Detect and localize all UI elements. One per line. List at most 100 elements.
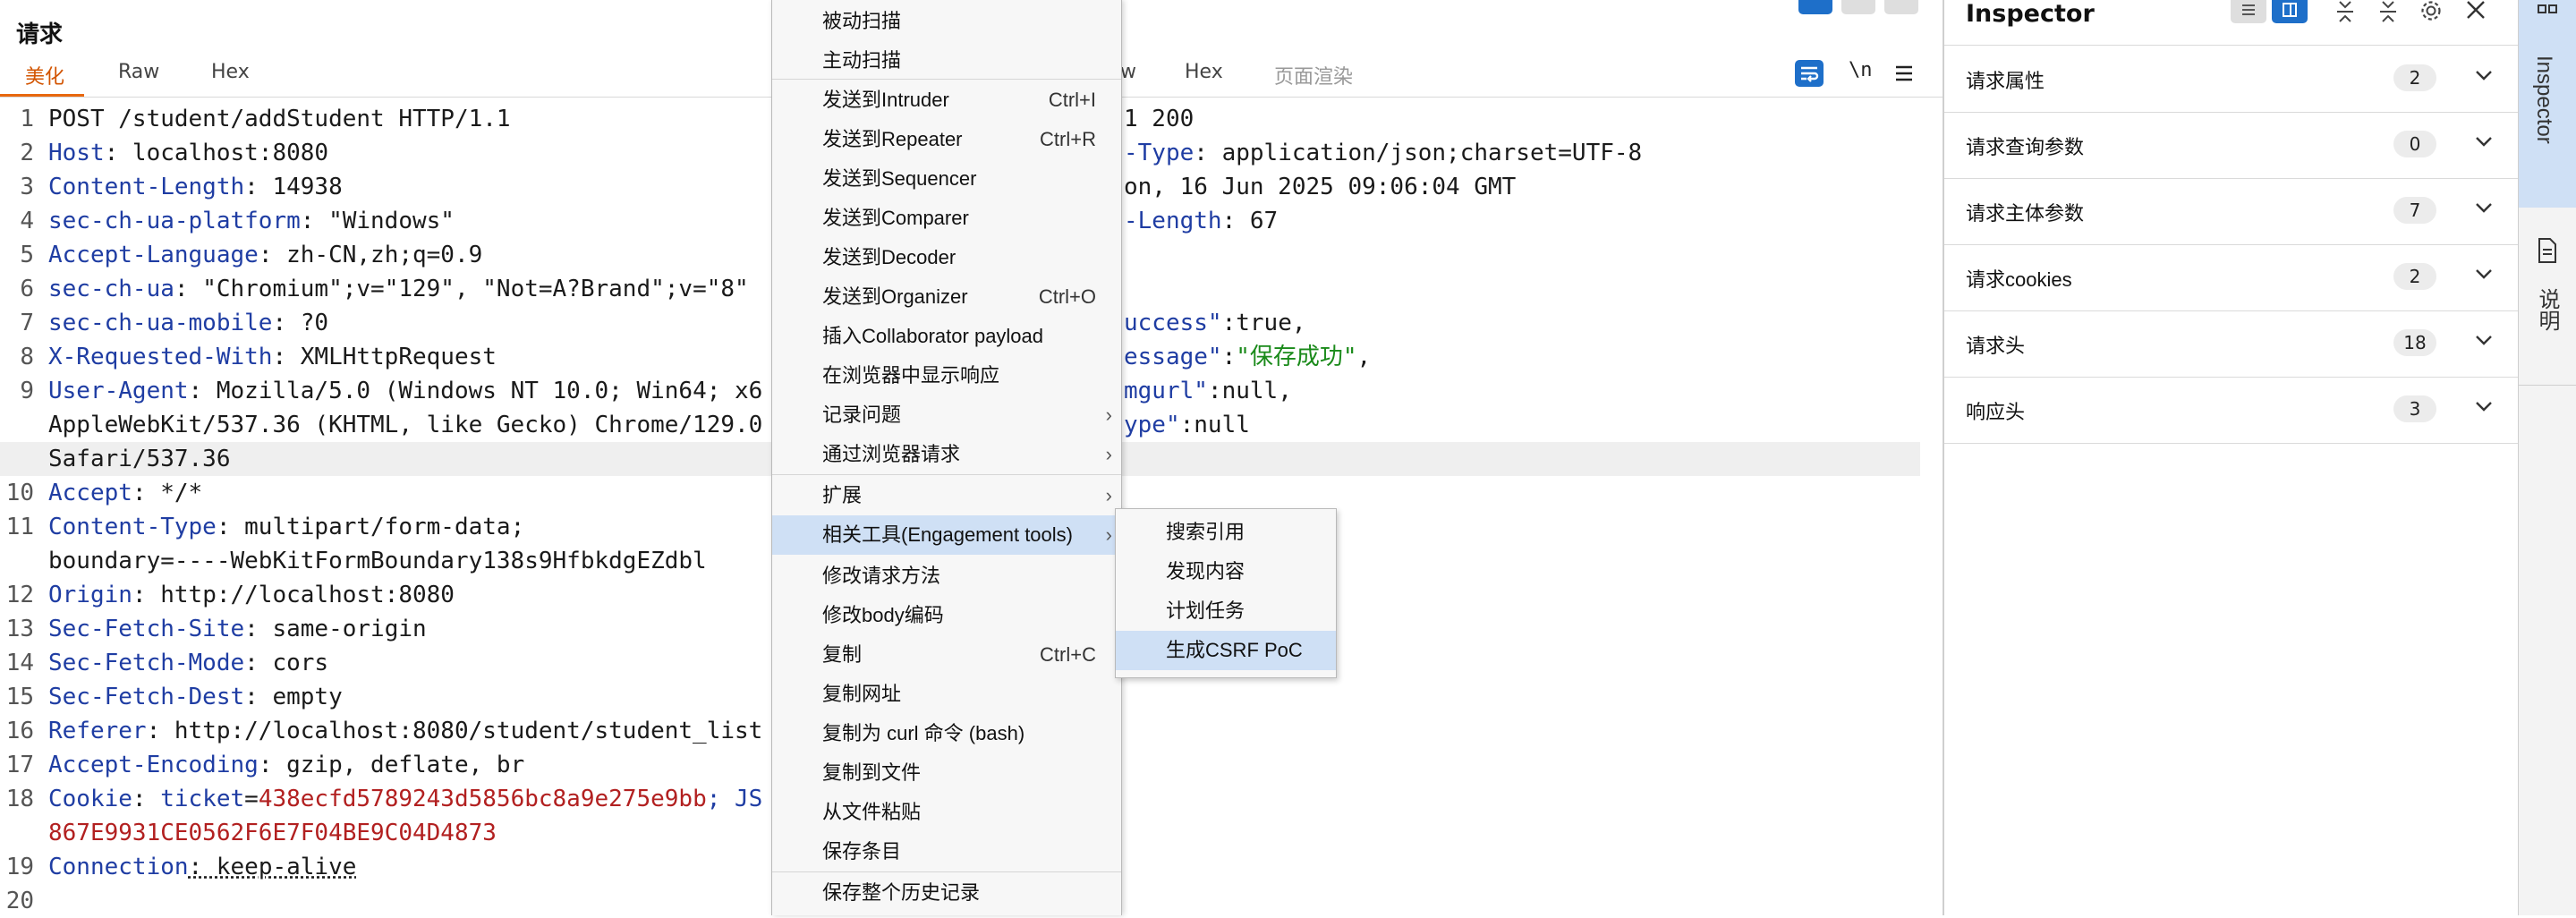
hamburger-menu-icon[interactable]: [1893, 63, 1915, 84]
line-number: 12: [5, 582, 34, 608]
line-number: 15: [5, 684, 34, 710]
menu-item[interactable]: 在浏览器中显示响应: [772, 356, 1121, 395]
tab-hex[interactable]: Hex: [211, 61, 250, 83]
header-value: : "Chromium";v="129", "Not=A?Brand";v="8…: [174, 276, 749, 302]
menu-item[interactable]: 发送到Repeater Ctrl+R: [772, 120, 1121, 159]
menu-item[interactable]: 修改请求方法: [772, 557, 1121, 596]
close-icon[interactable]: [2463, 0, 2488, 23]
header-value: : keep-alive: [188, 854, 357, 880]
header-name: ; JS: [706, 786, 763, 812]
menu-item[interactable]: 相关工具(Engagement tools) ›: [772, 515, 1121, 555]
submenu-item[interactable]: 计划任务: [1116, 591, 1336, 631]
show-newlines-button[interactable]: \n: [1849, 59, 1873, 81]
request-line: 1 POST /student/addStudent HTTP/1.1: [0, 102, 771, 136]
line-number: 18: [5, 786, 34, 812]
header-value: : same-origin: [244, 616, 427, 642]
line-text: Sec-Fetch-Site: same-origin: [48, 612, 427, 646]
inspector-panel: Inspector 请求属性 2 请求查询参数 0 请求主体参数 7 请求cookies 2 请…: [1943, 0, 2519, 915]
menu-item[interactable]: 复制网址: [772, 675, 1121, 714]
layout-split-icon[interactable]: [1798, 0, 1832, 14]
chevron-down-icon: [2472, 262, 2495, 289]
menu-item-label: 被动扫描: [822, 10, 902, 32]
submenu-item[interactable]: 发现内容: [1116, 552, 1336, 591]
tab-raw-partial[interactable]: w: [1120, 61, 1136, 83]
header-value: : localhost:8080: [104, 140, 329, 166]
menu-item[interactable]: 被动扫描: [772, 2, 1121, 41]
line-text: Content-Length: 14938: [48, 170, 343, 204]
menu-item-label: 插入Collaborator payload: [822, 325, 1044, 347]
menu-item[interactable]: 复制 Ctrl+C: [772, 635, 1121, 675]
line-text: Connection: keep-alive: [48, 850, 356, 884]
context-menu: 被动扫描主动扫描 发送到Intruder Ctrl+I 发送到Repeater Ctrl…: [771, 0, 1122, 915]
menu-item[interactable]: 保存条目: [772, 832, 1121, 871]
side-tab-inspector[interactable]: Inspector: [2519, 0, 2576, 208]
document-icon: [2535, 236, 2560, 268]
header-name: Referer: [48, 718, 147, 744]
menu-item[interactable]: 发送到Sequencer: [772, 159, 1121, 199]
menu-item-label: 记录问题: [822, 404, 902, 426]
inspector-section[interactable]: 请求主体参数 7: [1944, 178, 2519, 245]
word-wrap-icon[interactable]: [1795, 60, 1824, 87]
inspector-section[interactable]: 请求属性 2: [1944, 46, 2519, 113]
submenu-item-label: 计划任务: [1166, 599, 1245, 622]
menu-item[interactable]: 扩展 ›: [772, 476, 1121, 515]
menu-item[interactable]: 发送到Decoder: [772, 238, 1121, 277]
inspector-section[interactable]: 响应头 3: [1944, 377, 2519, 444]
json-key: uccess": [1124, 310, 1222, 336]
request-line: 12 Origin: http://localhost:8080: [0, 578, 771, 612]
submenu-item[interactable]: 搜索引用: [1116, 513, 1336, 552]
inspector-section[interactable]: 请求头 18: [1944, 310, 2519, 378]
json-value: : application/json;charset=UTF-8: [1194, 140, 1643, 166]
menu-item[interactable]: 通过浏览器请求 ›: [772, 435, 1121, 474]
layout-horizontal-icon[interactable]: [1841, 0, 1875, 14]
line-number: 6: [20, 276, 34, 302]
response-line: -Length: 67: [1124, 204, 1278, 238]
header-value: =: [244, 786, 259, 812]
inspector-section[interactable]: 请求查询参数 0: [1944, 112, 2519, 179]
menu-item[interactable]: 发送到Comparer: [772, 199, 1121, 238]
inspector-section[interactable]: 请求cookies 2: [1944, 244, 2519, 311]
inspector-section-label: 请求属性: [1966, 70, 2045, 92]
menu-item-label: 保存整个历史记录: [822, 881, 981, 904]
tab-render[interactable]: 页面渲染: [1274, 61, 1353, 89]
menu-item[interactable]: 复制到文件: [772, 753, 1121, 793]
menu-item[interactable]: 从文件粘贴: [772, 793, 1121, 832]
header-value: : multipart/form-data;: [216, 514, 525, 540]
collapse-all-icon[interactable]: [2376, 0, 2401, 23]
inspector-layout-list-icon[interactable]: [2231, 0, 2266, 23]
chevron-down-icon: [2472, 395, 2495, 421]
menu-item[interactable]: 插入Collaborator payload: [772, 317, 1121, 356]
layout-vertical-icon[interactable]: [1884, 0, 1918, 14]
chevron-right-icon: ›: [1105, 484, 1112, 506]
request-pane-title: 请求: [16, 21, 64, 48]
inspector-layout-panel-icon[interactable]: [2272, 0, 2308, 23]
line-number: 14: [5, 650, 34, 676]
menu-item-label: 修改请求方法: [822, 565, 941, 587]
json-key: mgurl": [1124, 378, 1208, 404]
side-tab-notes[interactable]: 说明: [2519, 215, 2576, 386]
menu-item[interactable]: 记录问题 ›: [772, 395, 1121, 435]
chevron-right-icon: ›: [1105, 523, 1112, 546]
json-value: :true,: [1221, 310, 1306, 336]
menu-item[interactable]: 复制为 curl 命令 (bash): [772, 714, 1121, 753]
line-text: Accept-Encoding: gzip, deflate, br: [48, 748, 524, 782]
tab-pretty[interactable]: 美化: [25, 61, 64, 89]
submenu-item[interactable]: 生成CSRF PoC: [1116, 631, 1336, 670]
response-line: 1 200: [1124, 102, 1194, 136]
tab-hex-response[interactable]: Hex: [1185, 61, 1223, 83]
line-text: Origin: http://localhost:8080: [48, 578, 455, 612]
tab-raw[interactable]: Raw: [118, 61, 159, 83]
menu-item[interactable]: 主动扫描: [772, 41, 1121, 81]
count-badge: 18: [2393, 329, 2436, 356]
request-editor[interactable]: 1 POST /student/addStudent HTTP/1.1 2 Host:…: [0, 102, 771, 915]
chevron-down-icon: [2472, 64, 2495, 90]
menu-item[interactable]: 发送到Organizer Ctrl+O: [772, 277, 1121, 317]
line-text: Sec-Fetch-Dest: empty: [48, 680, 343, 714]
settings-gear-icon[interactable]: [2419, 0, 2444, 25]
menu-item[interactable]: 保存整个历史记录: [772, 873, 1121, 913]
menu-item[interactable]: 发送到Intruder Ctrl+I: [772, 81, 1121, 120]
menu-item[interactable]: 修改body编码: [772, 596, 1121, 635]
expand-all-icon[interactable]: [2333, 0, 2358, 23]
line-text: Cookie: ticket=438ecfd5789243d5856bc8a9e…: [48, 782, 762, 816]
menu-item-label: 复制: [822, 643, 863, 666]
